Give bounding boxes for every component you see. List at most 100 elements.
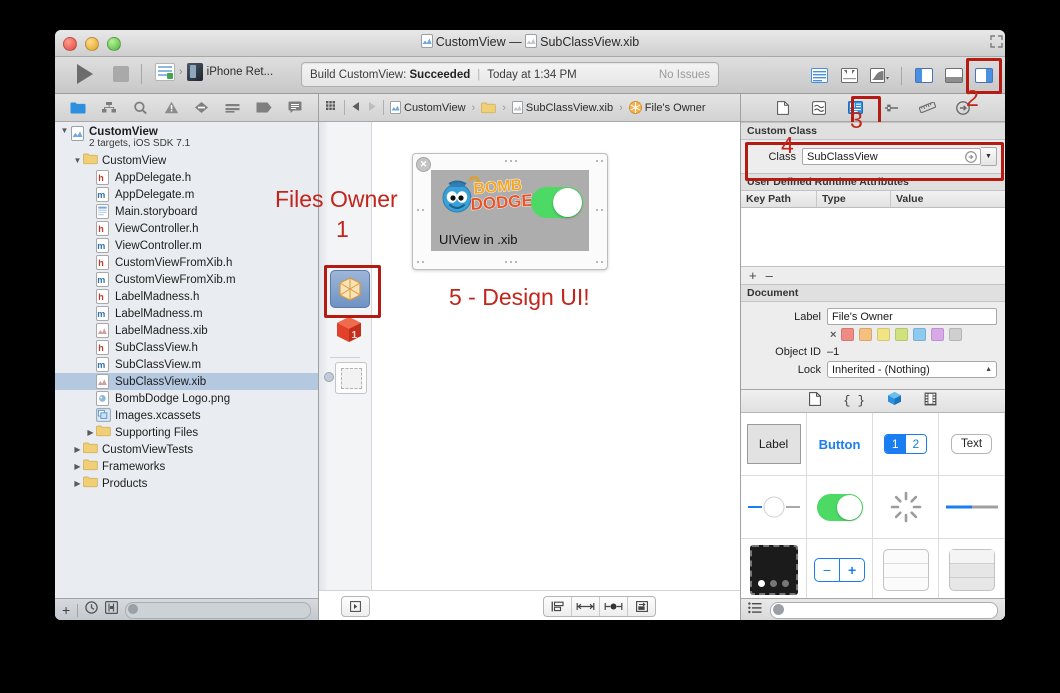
stop-button[interactable]	[113, 66, 129, 82]
library-item-switch[interactable]	[807, 476, 873, 539]
color-swatch-red[interactable]	[841, 328, 855, 341]
disclosure-triangle[interactable]: ▶	[72, 462, 83, 471]
lock-popup[interactable]: Inherited - (Nothing) ▲	[827, 361, 997, 378]
navigator-row[interactable]: ▼LabelMadness.xib	[55, 322, 318, 339]
resize-handle[interactable]	[422, 209, 424, 211]
pin-button[interactable]	[572, 597, 600, 616]
library-item-button[interactable]: Button	[807, 413, 873, 476]
project-navigator-tab[interactable]	[67, 98, 89, 118]
navigator-row[interactable]: ▼hAppDelegate.h	[55, 169, 318, 186]
color-swatch-blue[interactable]	[913, 328, 927, 341]
color-swatch-orange[interactable]	[859, 328, 873, 341]
reveal-icon[interactable]	[965, 151, 977, 166]
library-view-mode-button[interactable]	[748, 601, 762, 619]
close-icon[interactable]: ✕	[416, 157, 431, 172]
breadcrumb-file[interactable]: SubClassView.xib	[511, 101, 613, 114]
navigator-row[interactable]: ▼ CustomView	[55, 152, 318, 169]
color-swatch-purple[interactable]	[931, 328, 945, 341]
file-inspector-tab[interactable]	[773, 98, 793, 117]
navigator-row[interactable]: ▼BombDodge Logo.png	[55, 390, 318, 407]
navigator-row[interactable]: ▼hViewController.h	[55, 220, 318, 237]
standard-editor-button[interactable]	[806, 62, 833, 89]
files-owner-object[interactable]	[330, 270, 370, 308]
navigator-row[interactable]: ▼mViewController.m	[55, 237, 318, 254]
library-item-progress-view[interactable]	[939, 476, 1005, 539]
library-item-label[interactable]: Label	[741, 413, 807, 476]
library-item-activity-indicator[interactable]	[873, 476, 939, 539]
version-editor-button[interactable]	[866, 62, 893, 89]
resize-handle[interactable]	[505, 261, 507, 263]
disclosure-triangle[interactable]: ▶	[72, 479, 83, 488]
debug-area-toggle-button[interactable]	[940, 62, 967, 89]
resize-handle[interactable]	[510, 160, 512, 162]
resize-handle[interactable]	[601, 160, 603, 162]
clear-color-icon[interactable]: ×	[830, 329, 836, 341]
document-label-field[interactable]: File's Owner	[827, 308, 997, 325]
resize-handle[interactable]	[515, 160, 517, 162]
remove-attribute-button[interactable]: –	[766, 268, 773, 283]
resize-handle[interactable]	[417, 261, 419, 263]
resize-handle[interactable]	[505, 160, 507, 162]
project-root-row[interactable]: ▼ CustomView 2 targets, iOS SDK 7.1	[55, 125, 318, 152]
issue-navigator-tab[interactable]	[160, 98, 182, 118]
file-template-library-tab[interactable]	[809, 391, 822, 411]
size-inspector-tab[interactable]	[917, 98, 937, 117]
code-snippet-library-tab[interactable]: { }	[843, 394, 865, 408]
resize-handle[interactable]	[417, 209, 419, 211]
resize-handle[interactable]	[510, 261, 512, 263]
navigator-row[interactable]: ▼hCustomViewFromXib.h	[55, 254, 318, 271]
align-button[interactable]	[544, 597, 572, 616]
view-placeholder-object[interactable]	[335, 362, 367, 394]
show-outline-icon[interactable]	[342, 597, 369, 616]
navigator-row[interactable]: ▶ Supporting Files	[55, 424, 318, 441]
auto-layout-toolbar[interactable]	[543, 596, 656, 617]
resizing-behaviour-button[interactable]	[628, 597, 655, 616]
navigator-row[interactable]: ▼hLabelMadness.h	[55, 288, 318, 305]
color-swatch-yellow[interactable]	[877, 328, 891, 341]
navigator-row[interactable]: ▶ Frameworks	[55, 458, 318, 475]
library-item-table-view-cell[interactable]	[939, 539, 1005, 598]
uiview-content[interactable]: BOMB DODGE UIView in .xib	[431, 170, 589, 251]
log-navigator-tab[interactable]	[284, 98, 306, 118]
source-control-filter-button[interactable]	[105, 601, 119, 619]
add-attribute-button[interactable]: +	[749, 268, 757, 283]
run-button[interactable]	[77, 64, 93, 84]
disclosure-triangle[interactable]: ▶	[72, 445, 83, 454]
navigator-row[interactable]: ▼hSubClassView.h	[55, 339, 318, 356]
library-item-table-view[interactable]	[873, 539, 939, 598]
navigator-row[interactable]: ▼mLabelMadness.m	[55, 305, 318, 322]
object-library-grid[interactable]: Label Button 1 2 Text − +	[741, 413, 1005, 598]
attributes-inspector-tab[interactable]	[881, 98, 901, 117]
xib-view-preview[interactable]: ✕ BOMB DODGE UIView in .xib	[412, 153, 608, 270]
navigator-row[interactable]: ▼SubClassView.xib	[55, 373, 318, 390]
resize-handle[interactable]	[601, 261, 603, 263]
resize-handle[interactable]	[596, 209, 598, 211]
color-swatch-green[interactable]	[895, 328, 909, 341]
uiswitch-control[interactable]	[531, 187, 583, 218]
disclosure-triangle[interactable]: ▼	[59, 126, 70, 135]
document-outline-toggle[interactable]	[341, 596, 370, 617]
resolve-issues-button[interactable]	[600, 597, 628, 616]
library-item-page-control[interactable]	[741, 539, 807, 598]
back-button[interactable]	[351, 101, 361, 115]
class-combo-arrow[interactable]: ▼	[981, 147, 997, 166]
resize-handle[interactable]	[515, 261, 517, 263]
navigator-filter-field[interactable]	[125, 601, 311, 619]
assistant-editor-button[interactable]	[836, 62, 863, 89]
search-navigator-tab[interactable]	[129, 98, 151, 118]
disclosure-triangle[interactable]: ▼	[72, 156, 83, 165]
library-item-stepper[interactable]: − +	[807, 539, 873, 598]
navigator-row[interactable]: ▼mCustomViewFromXib.m	[55, 271, 318, 288]
breakpoint-navigator-tab[interactable]	[253, 98, 275, 118]
scheme-selector[interactable]: › iPhone Ret...	[155, 63, 273, 81]
quick-help-inspector-tab[interactable]	[809, 98, 829, 117]
library-item-text-field[interactable]: Text	[939, 413, 1005, 476]
recent-files-filter-button[interactable]	[85, 601, 98, 619]
runtime-attributes-table[interactable]	[741, 208, 1005, 267]
color-swatch-gray[interactable]	[949, 328, 963, 341]
class-field[interactable]: SubClassView	[802, 148, 981, 165]
fullscreen-icon[interactable]	[990, 35, 1003, 48]
symbol-navigator-tab[interactable]	[98, 98, 120, 118]
library-item-slider[interactable]	[741, 476, 807, 539]
debug-navigator-tab[interactable]	[222, 98, 244, 118]
